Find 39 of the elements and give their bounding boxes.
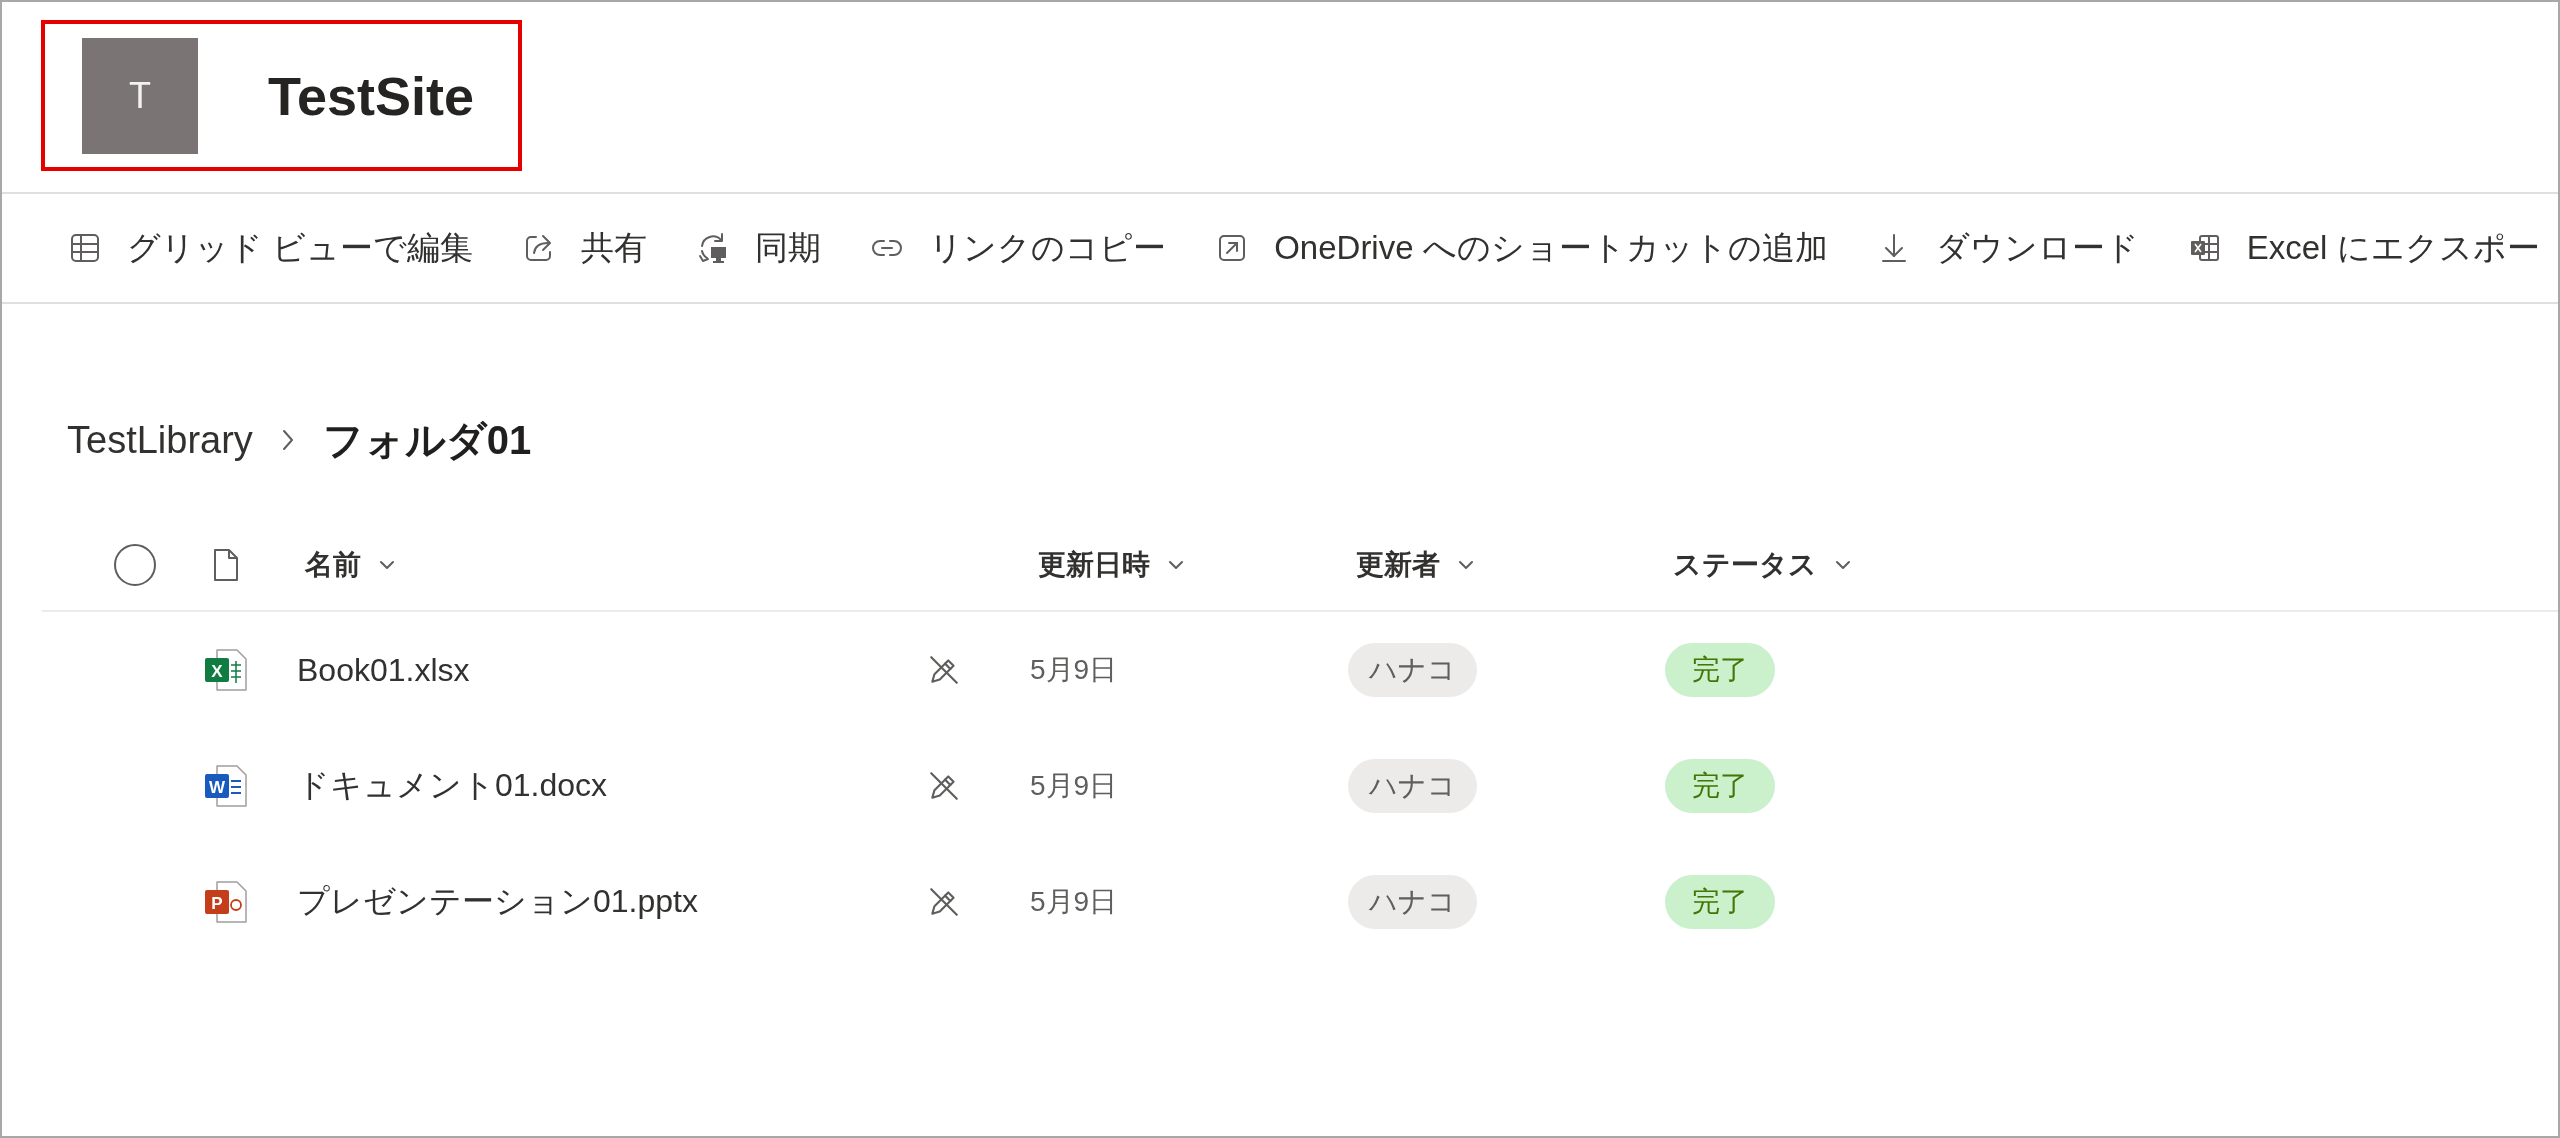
edit-grid-button[interactable]: グリッド ビューで編集	[69, 225, 474, 271]
status-pill: 完了	[1665, 875, 1775, 929]
table-icon	[69, 232, 101, 264]
spreadsheet-icon	[2188, 232, 2221, 264]
site-logo[interactable]: T	[82, 37, 198, 154]
column-header[interactable]: 名前	[297, 546, 395, 584]
column-header[interactable]: ステータス	[1665, 546, 1851, 584]
chevron-down-icon	[1835, 560, 1851, 570]
select-all-checkbox[interactable]	[114, 544, 156, 586]
modified-date: 5月9日	[1030, 885, 1118, 919]
sync-button[interactable]: 同期	[697, 225, 822, 271]
chevron-right-icon	[280, 428, 295, 452]
status-pill: 完了	[1665, 759, 1775, 813]
chevron-down-icon	[1168, 560, 1184, 570]
file-name-link[interactable]: プレゼンテーション01.pptx	[297, 880, 698, 924]
pencil-slash-icon	[927, 769, 961, 803]
copy-link-button[interactable]: リンクのコピー	[871, 225, 1167, 271]
person-pill: ハナコ	[1348, 875, 1477, 929]
chevron-down-icon	[1458, 560, 1474, 570]
share-button[interactable]: 共有	[523, 225, 648, 271]
status-pill: 完了	[1665, 643, 1775, 697]
pencil-slash-icon	[927, 885, 961, 919]
modified-date: 5月9日	[1030, 769, 1118, 803]
file-name-link[interactable]: ドキュメント01.docx	[297, 764, 608, 808]
column-header[interactable]: 更新日時	[1030, 546, 1184, 584]
site-title[interactable]: TestSite	[268, 64, 475, 127]
chevron-down-icon	[379, 560, 395, 570]
file-icon	[212, 547, 240, 583]
add-shortcut-button[interactable]: OneDrive へのショートカットの追加	[1216, 225, 1828, 271]
export-button[interactable]: Excel にエクスポー	[2188, 225, 2540, 271]
modified-date: 5月9日	[1030, 653, 1118, 687]
pencil-slash-icon	[927, 653, 961, 687]
breadcrumb-item[interactable]: TestLibrary	[67, 418, 253, 462]
breadcrumb-item: フォルダ01	[322, 416, 532, 464]
column-header[interactable]: 更新者	[1348, 546, 1474, 584]
download-button[interactable]: ダウンロード	[1877, 225, 2139, 271]
person-pill: ハナコ	[1348, 759, 1477, 813]
person-pill: ハナコ	[1348, 643, 1477, 697]
file-name-link[interactable]: Book01.xlsx	[297, 651, 470, 689]
